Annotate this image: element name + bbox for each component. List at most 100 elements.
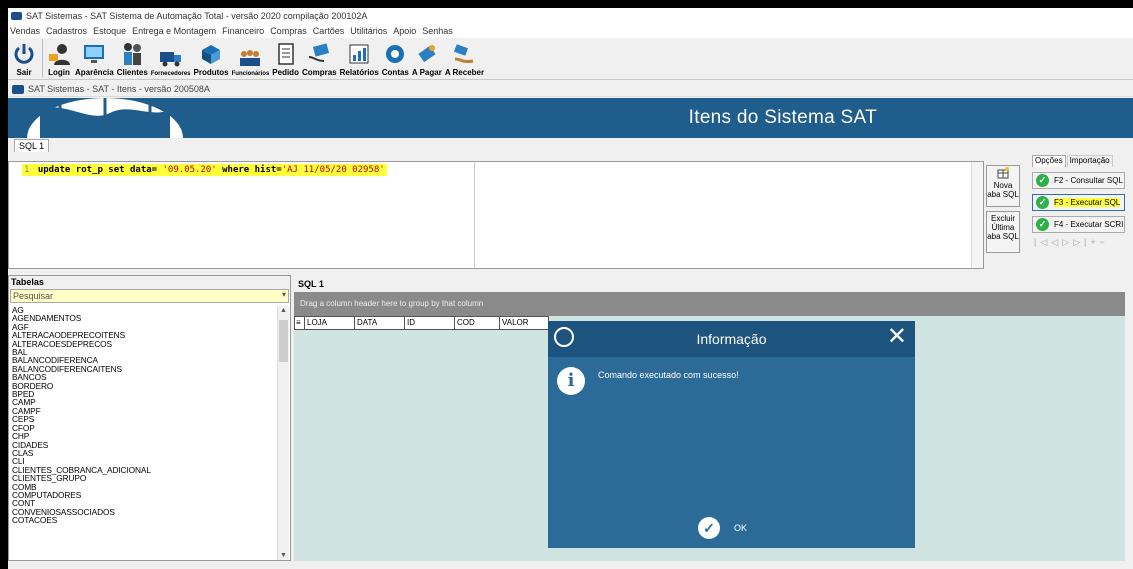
list-item[interactable]: ALTERACOESDEPRECOS [12,339,278,348]
produtos-button[interactable]: Produtos [194,41,229,77]
col-header-data[interactable]: DATA [354,316,404,330]
relatorios-button[interactable]: Relatórios [340,41,379,77]
dialog-message: Comando executado com sucesso! [598,370,739,380]
tables-title: Tabelas [9,276,290,289]
window-title: SAT Sistemas - SAT Sistema de Automação … [26,10,368,21]
options-panel: Opções Importação ✓ F2 - Consultar SQL ✓… [1032,155,1125,270]
menu-senhas[interactable]: Senhas [422,26,453,36]
list-item[interactable]: CHP [12,432,278,441]
list-item[interactable]: BPED [12,390,278,399]
fornecedores-button[interactable]: Fornecedores [151,44,191,77]
ok-button[interactable]: ✓ OK [698,517,747,539]
col-header-valor[interactable]: VALOR [499,316,549,330]
list-item[interactable]: CEPS [12,415,278,424]
sql-keyword-set: set [108,165,125,175]
check-icon: ✓ [1036,218,1049,231]
list-item[interactable]: CAMPF [12,406,278,415]
a-pagar-button[interactable]: A Pagar [412,41,442,77]
menu-vendas[interactable]: Vendas [10,26,40,36]
tables-search-input[interactable]: Pesquisar ▾ [10,289,289,303]
list-item[interactable]: CLIENTES_GRUPO [12,474,278,483]
menu-compras[interactable]: Compras [270,26,307,36]
close-icon[interactable]: ✕ [887,325,907,349]
list-item[interactable]: CAMP [12,398,278,407]
checkmark-icon: ✓ [698,517,720,539]
group-by-bar[interactable]: Drag a column header here to group by th… [294,292,1125,316]
delete-record-icon[interactable]: − [1100,237,1109,248]
insert-record-icon[interactable]: + [1090,237,1099,248]
list-item[interactable]: AGENDAMENTOS [12,314,278,323]
chevron-down-icon[interactable]: ▾ [282,290,286,299]
sql-editor[interactable]: 1 update rot_p set data= '09.05.20' wher… [8,161,984,269]
editor-scrollbar[interactable] [971,162,983,268]
new-sql-tab-button[interactable]: Nova aba SQL [986,165,1020,207]
options-tabs: Opções Importação [1032,155,1125,167]
prev-record-icon[interactable]: ◁ [1051,237,1062,248]
aparencia-button[interactable]: Aparência [75,41,114,77]
editor-pane-divider[interactable] [474,162,475,268]
sql-table-name: rot_p [75,165,103,175]
col-header-id[interactable]: ID [404,316,454,330]
aparencia-label: Aparência [75,68,114,77]
grid-menu-icon[interactable]: ≡ [294,316,304,330]
sair-label: Sair [16,68,32,77]
tab-importacao[interactable]: Importação [1066,155,1113,167]
boxes-icon [202,45,221,64]
menu-financeiro[interactable]: Financeiro [222,26,264,36]
a-receber-button[interactable]: A Receber [445,41,484,77]
tables-scrollbar[interactable]: ▲ ▼ [277,306,289,560]
compras-button[interactable]: Compras [302,41,337,77]
list-item[interactable]: BALANCODIFERENCAITENS [12,364,278,373]
list-item[interactable]: BORDERO [12,381,278,390]
sql-value: '09.05.20' [162,165,217,175]
scroll-up-icon[interactable]: ▲ [280,307,287,314]
col-header-cod[interactable]: COD [454,316,499,330]
menu-cartoes[interactable]: Cartões [313,26,345,36]
sql-code-line[interactable]: 1 update rot_p set data= '09.05.20' wher… [22,164,387,176]
scroll-down-icon[interactable]: ▼ [280,552,287,559]
scroll-thumb[interactable] [279,320,288,362]
f4-executar-script-button[interactable]: ✓ F4 - Executar SCRIPT [1032,216,1125,233]
contas-button[interactable]: Contas [382,41,409,77]
check-icon: ✓ [1036,196,1049,209]
line-number: 1 [24,165,30,175]
funcionarios-button[interactable]: Funcionários [232,44,269,77]
menu-utilitarios[interactable]: Utilitários [350,26,387,36]
report-icon [349,44,369,64]
pedido-button[interactable]: Pedido [272,41,299,77]
list-item[interactable]: COTACOES [12,516,278,525]
sql-keyword-update: update [37,165,71,175]
list-item[interactable]: COMPUTADORES [12,491,278,500]
subwindow-logo-icon [12,84,24,94]
tab-sql-1[interactable]: SQL 1 [14,139,50,152]
delete-sql-tab-label: Excluir Última aba SQL [987,214,1019,241]
tab-opcoes[interactable]: Opções [1032,155,1066,167]
power-icon [14,44,34,64]
clients-icon [124,43,142,65]
next-record-icon[interactable]: ▷ [1062,237,1073,248]
sair-button[interactable]: Sair [11,41,37,77]
menu-cadastros[interactable]: Cadastros [46,26,87,36]
list-item[interactable]: CFOP [12,423,278,432]
clientes-button[interactable]: Clientes [117,41,148,77]
sql-condition-value: 'AJ 11/05/20 02958' [281,165,385,175]
delete-sql-tab-button[interactable]: Excluir Última aba SQL [986,211,1020,253]
app-logo-icon [11,11,22,20]
menu-apoio[interactable]: Apoio [393,26,416,36]
last-record-icon[interactable]: ▷| [1073,237,1090,248]
menu-entrega[interactable]: Entrega e Montagem [132,26,216,36]
sql-condition: hist= [254,165,282,175]
list-item[interactable]: CIDADES [12,440,278,449]
list-item[interactable]: CLAS [12,448,278,457]
info-dialog: Informação ✕ i Comando executado com suc… [548,321,915,548]
first-record-icon[interactable]: |◁ [1034,237,1051,248]
login-button[interactable]: Login [46,41,72,77]
f3-executar-sql-button[interactable]: ✓ F3 - Executar SQL [1032,194,1125,211]
info-icon: i [557,367,585,395]
order-icon [277,43,294,65]
f2-consultar-sql-button[interactable]: ✓ F2 - Consultar SQL [1032,172,1125,189]
tables-list[interactable]: AG AGENDAMENTOS AGF ALTERACAODEPRECOITENS AL… [10,306,278,560]
col-header-loja[interactable]: LOJA [304,316,354,330]
banner-title: Itens do Sistema SAT [688,107,877,128]
menu-estoque[interactable]: Estoque [93,26,126,36]
